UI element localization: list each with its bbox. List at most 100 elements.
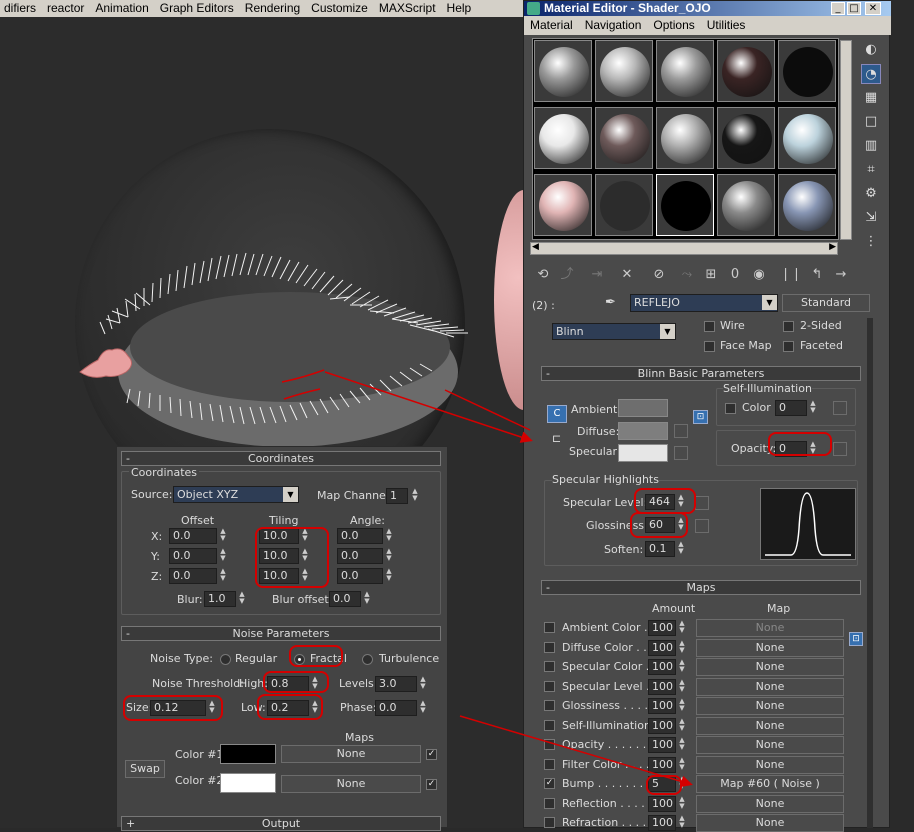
material-slot[interactable] — [534, 107, 592, 169]
offset-z-field[interactable]: 0.0 — [169, 568, 217, 584]
blur-spinner-icon[interactable]: ▲ ▼ — [237, 591, 247, 607]
glossiness-map-button[interactable] — [695, 519, 709, 533]
map-amount-spinner-icon[interactable]: ▲ ▼ — [677, 639, 687, 656]
regular-radio[interactable] — [220, 654, 231, 665]
specular-map-button[interactable] — [674, 446, 688, 460]
reset-map-icon[interactable]: ✕ — [616, 264, 638, 286]
material-slot[interactable] — [778, 107, 836, 169]
go-to-parent-icon[interactable]: ↰ — [806, 264, 828, 286]
diffuse-swatch[interactable] — [618, 422, 668, 440]
menu-maxscript[interactable]: MAXScript — [375, 0, 443, 17]
me-menu-options[interactable]: Options — [647, 16, 700, 35]
scroll-left-icon[interactable]: ◀ — [532, 242, 539, 252]
specular-level-map-button[interactable] — [695, 496, 709, 510]
offset-x-spinner-icon[interactable]: ▲ ▼ — [218, 528, 228, 544]
menu-animation[interactable]: Animation — [91, 0, 155, 17]
map-enable-checkbox[interactable] — [544, 680, 555, 692]
blur-offset-field[interactable]: 0.0 — [329, 591, 361, 607]
minimize-icon[interactable]: _ — [831, 2, 845, 15]
assign-material-icon[interactable]: ⇥ — [586, 264, 608, 286]
map-amount-spinner-icon[interactable]: ▲ ▼ — [677, 659, 687, 675]
menu-reactor[interactable]: reactor — [43, 0, 91, 17]
parameters-scrollbar[interactable] — [867, 318, 873, 828]
color2-swatch[interactable] — [220, 773, 276, 793]
map-enable-checkbox[interactable]: ✓ — [544, 778, 555, 789]
map-slot-button[interactable]: None — [696, 677, 844, 696]
map-enable-checkbox[interactable] — [544, 817, 555, 828]
map-channel-field[interactable]: 1 — [386, 488, 408, 504]
map-amount-spinner-icon[interactable]: ▲ ▼ — [677, 795, 687, 812]
material-slot[interactable] — [595, 174, 653, 236]
turbulence-radio[interactable] — [362, 654, 373, 665]
me-menu-navigation[interactable]: Navigation — [579, 16, 648, 35]
angle-z-field[interactable]: 0.0 — [337, 568, 383, 584]
put-to-library-icon[interactable]: ⊞ — [700, 264, 722, 286]
angle-y-spinner-icon[interactable]: ▲ ▼ — [384, 548, 394, 564]
levels-spinner-icon[interactable]: ▲ ▼ — [418, 676, 428, 692]
slots-vertical-scrollbar[interactable] — [840, 40, 852, 240]
map-amount-field[interactable]: 100 — [648, 795, 676, 812]
opacity-map-button[interactable] — [833, 442, 847, 456]
map-amount-field[interactable]: 100 — [648, 620, 676, 636]
material-map-navigator-icon[interactable]: ⋮ — [861, 232, 881, 252]
map-enable-checkbox[interactable] — [544, 661, 555, 672]
offset-z-spinner-icon[interactable]: ▲ ▼ — [218, 568, 228, 584]
material-slot[interactable] — [595, 107, 653, 169]
map-amount-field[interactable]: 100 — [648, 659, 676, 675]
face-map-checkbox[interactable] — [704, 341, 715, 352]
material-type-button[interactable]: Standard — [782, 294, 870, 312]
color1-map-checkbox[interactable]: ✓ — [426, 749, 437, 760]
material-slot[interactable] — [534, 40, 592, 102]
show-end-result-icon[interactable]: ❘❘ — [780, 264, 802, 286]
self-illum-value-field[interactable]: 0 — [775, 400, 807, 416]
offset-y-field[interactable]: 0.0 — [169, 548, 217, 564]
blur-offset-spinner-icon[interactable]: ▲ ▼ — [362, 591, 372, 607]
color1-swatch[interactable] — [220, 744, 276, 764]
material-slot[interactable] — [717, 107, 775, 169]
map-enable-checkbox[interactable] — [544, 641, 555, 653]
me-menu-utilities[interactable]: Utilities — [701, 16, 752, 35]
material-name-dropdown[interactable]: REFLEJO ▼ — [630, 294, 778, 312]
self-illum-color-checkbox[interactable] — [725, 403, 736, 414]
map-amount-field[interactable]: 100 — [648, 717, 676, 734]
sample-uv-tiling-icon[interactable]: □ — [861, 112, 881, 132]
self-illum-map-button[interactable] — [833, 401, 847, 415]
map-amount-spinner-icon[interactable]: ▲ ▼ — [677, 737, 687, 753]
map-slot-button[interactable]: None — [696, 697, 844, 715]
material-slot[interactable] — [778, 40, 836, 102]
get-material-icon[interactable]: ⟲ — [532, 264, 554, 286]
angle-z-spinner-icon[interactable]: ▲ ▼ — [384, 568, 394, 584]
background-checker-icon[interactable]: ▦ — [861, 88, 881, 108]
lock-ambient-diffuse-icon[interactable]: C — [547, 405, 567, 423]
map-slot-button[interactable]: None — [696, 619, 844, 637]
video-color-check-icon[interactable]: ▥ — [861, 136, 881, 156]
noise-rollout-header[interactable]: - Noise Parameters — [121, 626, 441, 641]
ambient-swatch[interactable] — [618, 399, 668, 417]
map-slot-button[interactable]: None — [696, 814, 844, 832]
angle-x-field[interactable]: 0.0 — [337, 528, 383, 544]
map-slot-button[interactable]: Map #60 ( Noise ) — [696, 775, 844, 793]
map-enable-checkbox[interactable] — [544, 739, 555, 750]
pick-material-icon[interactable]: ✒ — [605, 295, 625, 313]
show-map-in-viewport-icon[interactable]: ◉ — [748, 264, 770, 286]
options-icon[interactable]: ⚙ — [861, 184, 881, 204]
color2-map-checkbox[interactable]: ✓ — [426, 779, 437, 790]
material-slot[interactable] — [534, 174, 592, 236]
map-amount-field[interactable]: 100 — [648, 815, 676, 831]
scroll-right-icon[interactable]: ▶ — [829, 242, 836, 252]
lock-icon[interactable]: ⊡ — [693, 410, 708, 424]
output-rollout-header[interactable]: + Output — [121, 816, 441, 831]
map-slot-button[interactable]: None — [696, 736, 844, 754]
angle-x-spinner-icon[interactable]: ▲ ▼ — [384, 528, 394, 544]
swap-button[interactable]: Swap — [125, 760, 165, 778]
make-unique-icon[interactable]: ⤳ — [676, 264, 698, 286]
menu-customize[interactable]: Customize — [307, 0, 375, 17]
slots-horizontal-scrollbar[interactable]: ◀ ▶ — [530, 242, 838, 255]
menu-help[interactable]: Help — [443, 0, 479, 17]
map-slot-button[interactable]: None — [696, 755, 844, 774]
map-enable-checkbox[interactable] — [544, 622, 555, 633]
sample-type-icon[interactable]: ◐ — [861, 40, 881, 60]
map-enable-checkbox[interactable] — [544, 758, 555, 770]
menu-modifiers[interactable]: difiers — [0, 0, 43, 17]
map-enable-checkbox[interactable] — [544, 700, 555, 711]
